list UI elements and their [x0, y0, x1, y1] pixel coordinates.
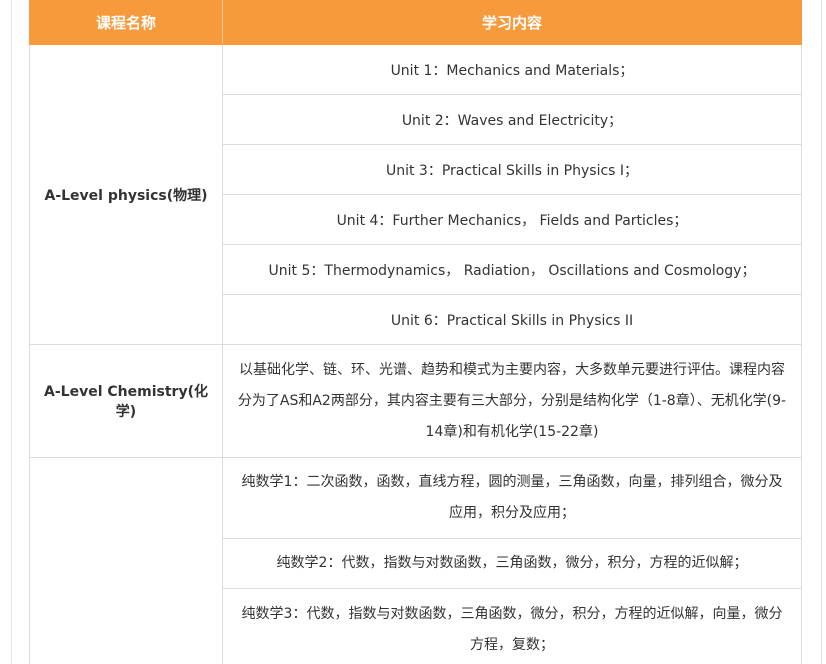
course-name-physics: A-Level physics(物理)	[29, 44, 223, 345]
maths-item-1: 纯数学1：二次函数，函数，直线方程，圆的测量，三角函数，向量，排列组合，微分及应…	[222, 457, 802, 539]
physics-unit-3: Unit 3：Practical Skills in Physics I；	[222, 144, 802, 195]
left-border-line	[11, 0, 12, 664]
table-row: A-Level Chemistry(化学) 以基础化学、链、环、光谱、趋势和模式…	[29, 344, 802, 458]
physics-unit-5: Unit 5：Thermodynamics， Radiation， Oscill…	[222, 244, 802, 295]
physics-unit-2: Unit 2：Waves and Electricity；	[222, 94, 802, 145]
table-row: A-Level physics(物理) Unit 1：Mechanics and…	[29, 44, 802, 345]
maths-item-3: 纯数学3：代数，指数与对数函数，三角函数，微分，积分，方程的近似解，向量，微分方…	[222, 588, 802, 664]
course-table: 课程名称 学习内容 A-Level physics(物理) Unit 1：Mec…	[29, 0, 802, 664]
chemistry-content: 以基础化学、链、环、光谱、趋势和模式为主要内容，大多数单元要进行评估。课程内容分…	[222, 344, 802, 458]
header-course-name: 课程名称	[29, 0, 223, 45]
course-name-maths	[29, 457, 223, 664]
header-content: 学习内容	[222, 0, 802, 45]
physics-unit-4: Unit 4：Further Mechanics， Fields and Par…	[222, 194, 802, 245]
header-row: 课程名称 学习内容	[29, 0, 802, 45]
physics-unit-6: Unit 6：Practical Skills in Physics II	[222, 294, 802, 345]
page: 课程名称 学习内容 A-Level physics(物理) Unit 1：Mec…	[0, 0, 826, 664]
physics-unit-1: Unit 1：Mechanics and Materials；	[222, 44, 802, 95]
maths-item-2: 纯数学2：代数，指数与对数函数，三角函数，微分，积分，方程的近似解；	[222, 538, 802, 589]
course-name-chemistry: A-Level Chemistry(化学)	[29, 344, 223, 458]
right-border-line	[821, 0, 822, 664]
table-row: 纯数学1：二次函数，函数，直线方程，圆的测量，三角函数，向量，排列组合，微分及应…	[29, 457, 802, 664]
